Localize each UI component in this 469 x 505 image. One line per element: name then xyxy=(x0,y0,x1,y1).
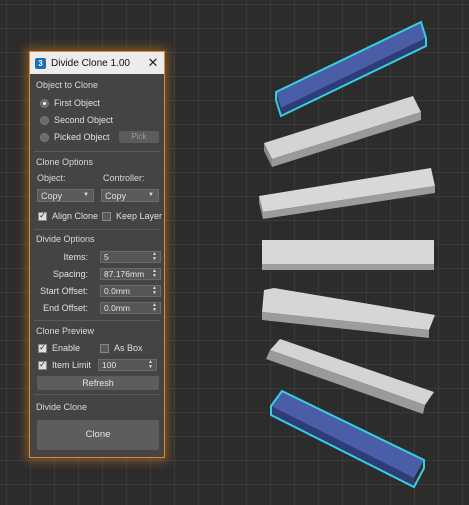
chevron-down-icon: ▼ xyxy=(148,192,154,198)
radio-second-object-indicator[interactable] xyxy=(40,115,49,125)
end-offset-value: 0.0mm xyxy=(104,303,130,313)
divide-options-section: Divide Options Items: 5 ▲ ▼ Spacing: 87.1… xyxy=(34,230,161,321)
pick-button[interactable]: Pick xyxy=(119,131,159,143)
spinner-arrows-icon[interactable]: ▲ ▼ xyxy=(152,303,157,313)
enable-checkbox[interactable]: ✓ xyxy=(38,343,47,353)
spinner-arrows-icon[interactable]: ▲ ▼ xyxy=(148,360,153,370)
items-label: Items: xyxy=(63,252,88,262)
radio-second-object-label: Second Object xyxy=(54,115,114,125)
as-box-label: As Box xyxy=(114,343,143,353)
section-title-clone-preview: Clone Preview xyxy=(36,326,95,336)
as-box-checkbox[interactable] xyxy=(100,343,109,353)
spinner-arrows-icon[interactable]: ▲ ▼ xyxy=(152,269,157,279)
clone-preview-section: Clone Preview ✓ Enable As Box ✓ Item Lim… xyxy=(34,321,160,395)
clone-button[interactable]: Clone xyxy=(37,420,159,450)
keep-layer-checkbox[interactable] xyxy=(102,211,111,221)
chevron-down-icon: ▼ xyxy=(83,192,89,198)
controller-clone-type-dropdown[interactable]: Copy ▼ xyxy=(101,189,159,202)
radio-first-object[interactable]: First Object xyxy=(40,98,100,108)
start-offset-value: 0.0mm xyxy=(104,286,130,296)
item-limit-label: Item Limit xyxy=(52,360,92,370)
object-clone-type-value: Copy xyxy=(41,190,63,201)
item-limit-checkbox-row[interactable]: ✓ Item Limit xyxy=(38,360,91,370)
align-clone-checkbox-row[interactable]: ✓ Align Clone xyxy=(38,211,98,221)
dialog-title: Divide Clone 1.00 xyxy=(51,57,130,69)
item-limit-checkbox[interactable]: ✓ xyxy=(38,360,47,370)
refresh-button[interactable]: Refresh xyxy=(37,376,159,390)
plank-clone-3[interactable] xyxy=(262,240,434,270)
keep-layer-label: Keep Layer xyxy=(116,211,163,221)
spacing-label: Spacing: xyxy=(52,269,88,279)
spacing-spinner[interactable]: 87.176mm ▲ ▼ xyxy=(100,268,161,280)
radio-picked-object-label: Picked Object xyxy=(54,132,110,142)
controller-label: Controller: xyxy=(103,173,145,183)
radio-first-object-label: First Object xyxy=(54,98,101,108)
clone-options-section: Clone Options Object: Controller: Copy ▼… xyxy=(34,152,162,230)
items-value: 5 xyxy=(104,252,109,262)
start-offset-label: Start Offset: xyxy=(40,286,88,296)
radio-picked-object[interactable]: Picked Object xyxy=(40,132,110,142)
section-title-clone-options: Clone Options xyxy=(36,157,94,167)
as-box-checkbox-row[interactable]: As Box xyxy=(100,343,143,353)
object-to-clone-section: Object to Clone First Object Second Obje… xyxy=(34,77,160,152)
enable-label: Enable xyxy=(52,343,81,353)
align-clone-checkbox[interactable]: ✓ xyxy=(38,211,47,221)
radio-picked-object-indicator[interactable] xyxy=(40,132,49,142)
end-offset-spinner[interactable]: 0.0mm ▲ ▼ xyxy=(100,302,161,314)
section-title-divide-options: Divide Options xyxy=(36,234,95,244)
controller-clone-type-value: Copy xyxy=(105,190,127,201)
item-limit-spinner[interactable]: 100 ▲ ▼ xyxy=(98,359,157,371)
plank-clone-4[interactable] xyxy=(262,288,435,338)
keep-layer-checkbox-row[interactable]: Keep Layer xyxy=(102,211,162,221)
align-clone-label: Align Clone xyxy=(52,211,99,221)
section-title-divide-clone: Divide Clone xyxy=(36,402,88,412)
section-title-object-to-clone: Object to Clone xyxy=(36,80,99,90)
spinner-arrows-icon[interactable]: ▲ ▼ xyxy=(152,286,157,296)
radio-second-object[interactable]: Second Object xyxy=(40,115,113,125)
start-offset-spinner[interactable]: 0.0mm ▲ ▼ xyxy=(100,285,161,297)
object-clone-type-dropdown[interactable]: Copy ▼ xyxy=(37,189,94,202)
spinner-arrows-icon[interactable]: ▲ ▼ xyxy=(152,252,157,262)
close-icon[interactable]: ✕ xyxy=(145,55,161,71)
app-logo-icon: 3 xyxy=(35,57,46,69)
plank-clone-2[interactable] xyxy=(259,168,435,219)
dialog-titlebar[interactable]: 3 Divide Clone 1.00 ✕ xyxy=(30,52,164,74)
enable-checkbox-row[interactable]: ✓ Enable xyxy=(38,343,80,353)
end-offset-label: End Offset: xyxy=(43,303,88,313)
item-limit-value: 100 xyxy=(102,360,117,370)
divide-clone-dialog: 3 Divide Clone 1.00 ✕ Object to Clone Fi… xyxy=(29,51,165,458)
radio-first-object-indicator[interactable] xyxy=(40,98,49,108)
divide-clone-section: Divide Clone Clone xyxy=(34,395,160,455)
object-label: Object: xyxy=(37,173,66,183)
items-spinner[interactable]: 5 ▲ ▼ xyxy=(100,251,161,263)
spacing-value: 87.176mm xyxy=(104,269,145,279)
